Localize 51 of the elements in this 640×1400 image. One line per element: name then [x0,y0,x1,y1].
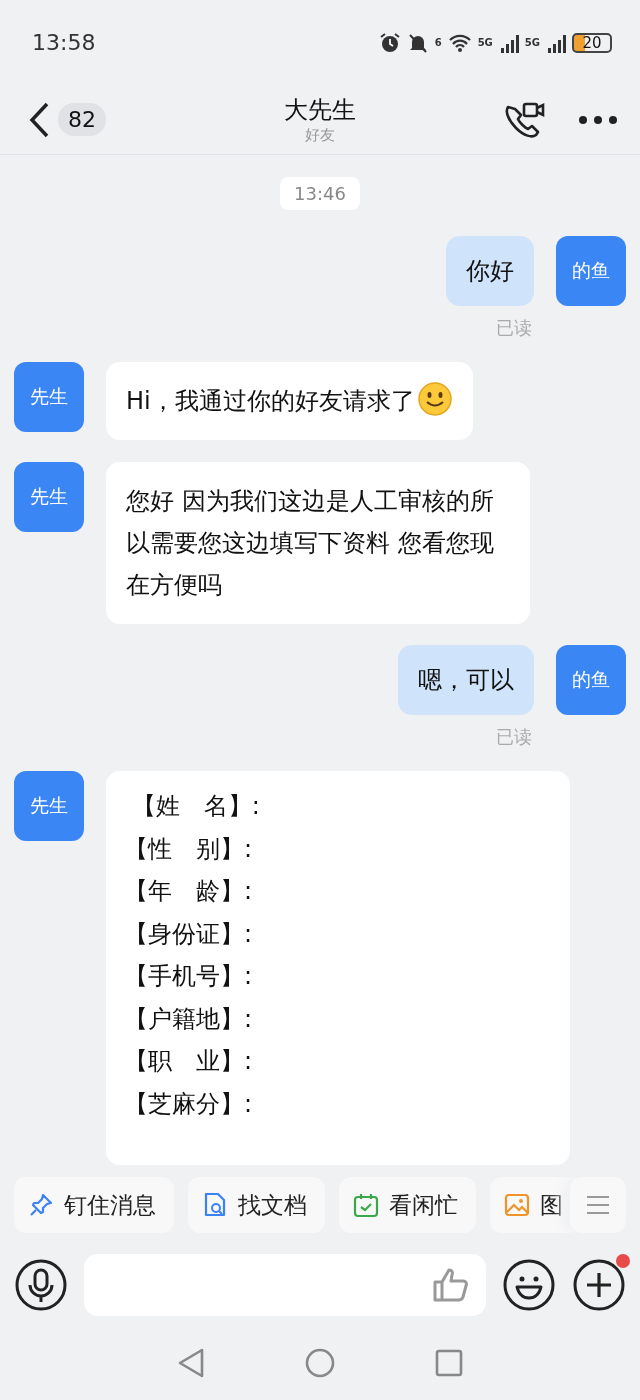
quick-action[interactable]: 看闲忙 [339,1177,476,1233]
chat-title: 大先生 [284,95,356,126]
calendar-check-icon [353,1192,379,1218]
message-bubble: 嗯，可以 [398,645,534,716]
menu-icon [586,1195,610,1215]
thumbs-up-icon[interactable] [432,1267,470,1303]
document-search-icon [202,1191,228,1219]
microphone-icon[interactable] [14,1258,68,1312]
menu-button[interactable] [570,1177,626,1233]
message-bubble: Hi，我通过你的好友请求了 [106,361,473,440]
form-line: 【身份证】: [124,918,254,950]
read-receipt: 已读 [496,725,532,750]
avatar[interactable]: 的鱼 [556,645,626,716]
clock: 13:58 [32,30,96,55]
form-line: 【年 龄】: [124,876,254,907]
wifi-icon [447,32,472,53]
image-icon [504,1193,530,1217]
form-line: 【性 别】: [124,833,254,865]
signal-icon [546,32,566,53]
network-label: 6 [434,37,442,48]
quick-action[interactable]: 找文档 [188,1177,325,1233]
plus-icon[interactable] [572,1258,626,1312]
recents-icon[interactable] [435,1348,463,1377]
form-line: 【手机号】: [124,961,254,992]
home-icon[interactable] [305,1347,335,1378]
emoji-icon[interactable] [502,1258,556,1312]
network-label: 5G [524,37,540,48]
phone-video-icon[interactable] [504,100,546,139]
avatar[interactable]: 先生 [14,771,84,841]
chat-subtitle: 好友 [305,126,335,145]
timestamp: 13:46 [280,177,360,210]
message-bubble: 你好 [446,236,534,306]
message-input[interactable] [84,1254,486,1316]
form-line: 【芝麻分】: [124,1088,254,1120]
avatar[interactable]: 的鱼 [556,236,626,306]
back-nav-icon[interactable] [177,1346,205,1379]
signal-icon [498,32,519,53]
form-line: 【户籍地】: [124,1003,254,1035]
form-line: 【姓 名】: [130,791,261,822]
back-icon[interactable] [28,101,50,138]
avatar[interactable]: 先生 [14,461,84,532]
read-receipt: 已读 [496,316,532,340]
more-icon[interactable] [578,114,618,125]
form-line: 【职 业】: [124,1046,254,1077]
message-bubble: 您好 因为我们这边是人工审核的所以需要您这边填写下资料 您看您现在方便吗 [106,461,530,624]
unread-count: 82 [58,103,106,136]
network-label: 5G [477,37,493,48]
alarm-icon [378,31,401,54]
pin-icon [28,1192,54,1218]
quick-action[interactable]: 钉住消息 [14,1177,174,1233]
avatar[interactable]: 先生 [14,361,84,432]
